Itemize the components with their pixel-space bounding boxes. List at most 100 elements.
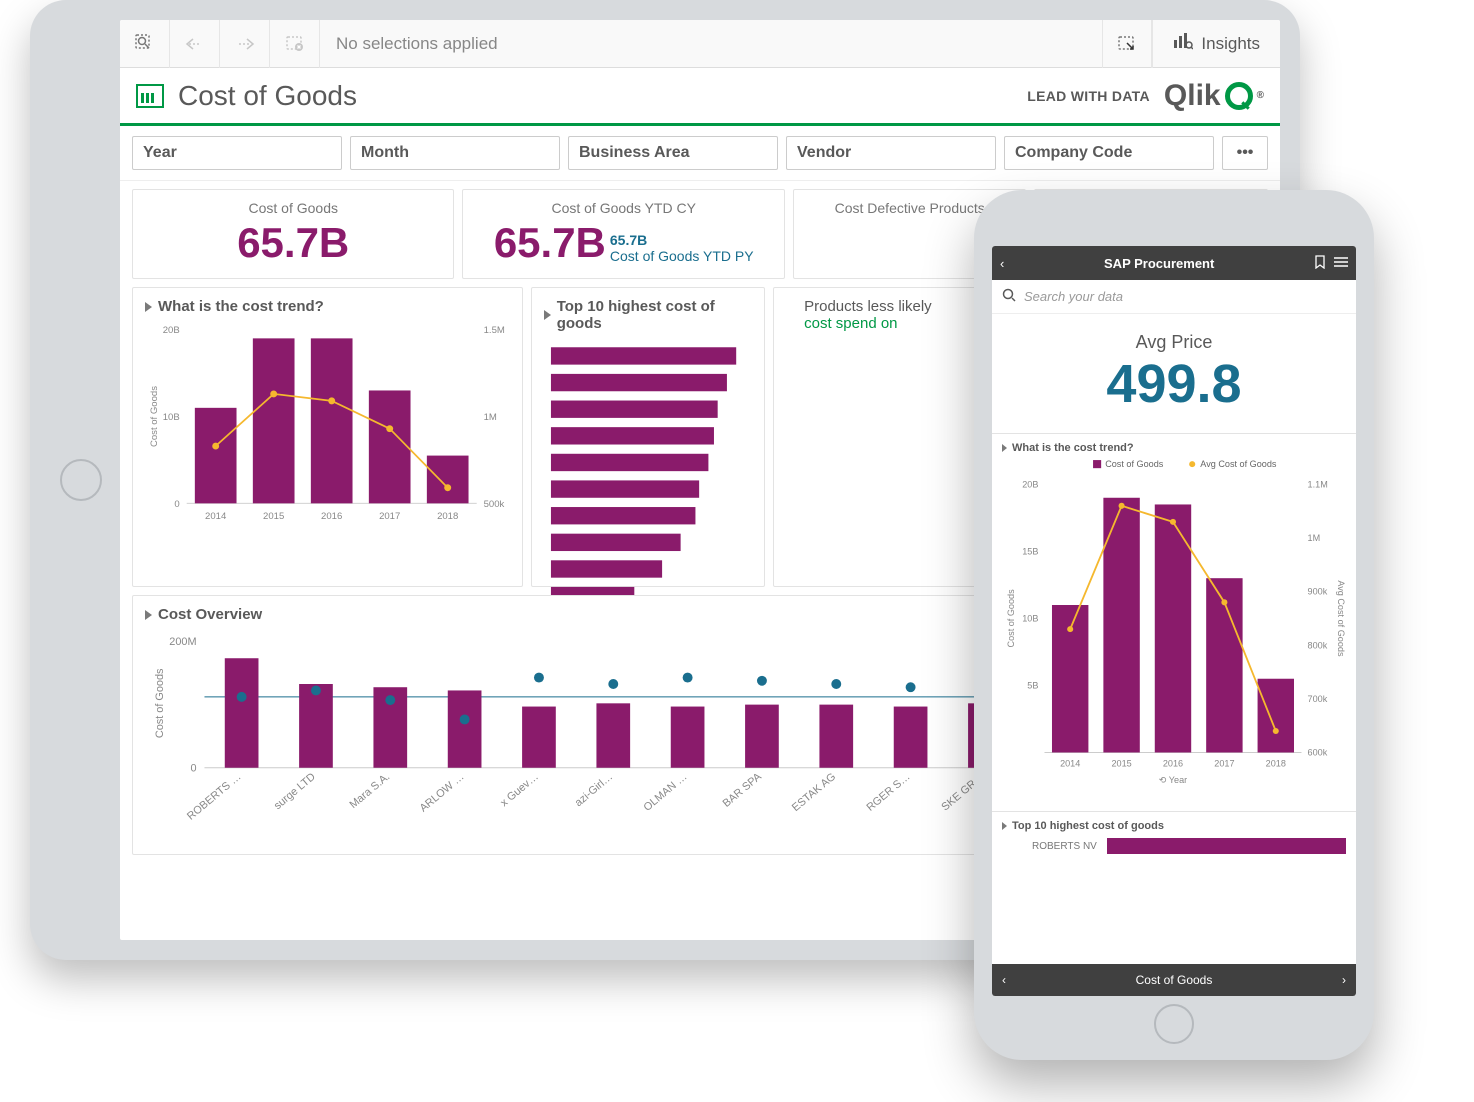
phone-home-button[interactable]: [1154, 1004, 1194, 1044]
search-placeholder: Search your data: [1024, 289, 1123, 304]
svg-text:20B: 20B: [163, 325, 180, 336]
svg-text:BAR SPA: BAR SPA: [721, 770, 765, 809]
panel-title-text: What is the cost trend?: [158, 298, 324, 315]
svg-text:Avg Cost of Goods: Avg Cost of Goods: [1336, 580, 1346, 657]
sheet-header: Cost of Goods LEAD WITH DATA Qlik®: [120, 68, 1280, 126]
svg-text:800k: 800k: [1308, 640, 1328, 650]
svg-text:500k: 500k: [484, 499, 505, 510]
svg-text:2018: 2018: [1266, 759, 1286, 769]
selections-tool-icon[interactable]: [1102, 20, 1152, 68]
step-back-icon[interactable]: [170, 20, 220, 68]
panel-cost-trend[interactable]: What is the cost trend? 0 10B 20B 500k 1M 1.5…: [132, 287, 523, 587]
expand-icon: [544, 310, 551, 320]
back-icon[interactable]: ‹: [1000, 256, 1004, 271]
kpi-label: Cost of Goods: [145, 200, 441, 216]
phone-app-bar: ‹ SAP Procurement: [992, 246, 1356, 280]
svg-text:1.5M: 1.5M: [484, 325, 505, 336]
filter-company-code[interactable]: Company Code: [1004, 136, 1214, 170]
next-sheet-icon[interactable]: ›: [1342, 973, 1346, 987]
svg-text:1M: 1M: [484, 412, 497, 423]
kpi-value: 499.8: [992, 353, 1356, 415]
svg-text:2014: 2014: [205, 511, 227, 522]
svg-text:20B: 20B: [1022, 479, 1038, 489]
more-filters-button[interactable]: •••: [1222, 136, 1268, 170]
filter-business-area[interactable]: Business Area: [568, 136, 778, 170]
svg-text:2017: 2017: [379, 511, 400, 522]
svg-text:200M: 200M: [169, 636, 196, 648]
svg-text:2016: 2016: [321, 511, 342, 522]
phone-footer: ‹ Cost of Goods ›: [992, 964, 1356, 996]
svg-text:surge LTD: surge LTD: [272, 771, 318, 812]
svg-text:10B: 10B: [163, 412, 180, 423]
svg-text:⟲ Year: ⟲ Year: [1159, 775, 1187, 785]
svg-text:Cost of Goods: Cost of Goods: [149, 386, 160, 447]
svg-text:10B: 10B: [1022, 613, 1038, 623]
expand-icon: [1002, 444, 1007, 452]
selections-toolbar: No selections applied Insights: [120, 20, 1280, 68]
insights-button[interactable]: Insights: [1152, 20, 1280, 68]
phone-sheet-title: Cost of Goods: [1136, 973, 1213, 987]
qlik-q-icon: [1225, 82, 1253, 110]
phone-panel-trend[interactable]: What is the cost trend? Cost of Goods Avg…: [992, 433, 1356, 811]
filter-month[interactable]: Month: [350, 136, 560, 170]
filter-row: Year Month Business Area Vendor Company …: [120, 126, 1280, 181]
svg-text:5B: 5B: [1027, 680, 1038, 690]
phone-kpi[interactable]: Avg Price 499.8: [992, 314, 1356, 433]
filter-vendor[interactable]: Vendor: [786, 136, 996, 170]
svg-text:600k: 600k: [1308, 748, 1328, 758]
svg-text:azi-Girl…: azi-Girl…: [573, 771, 615, 809]
prev-sheet-icon[interactable]: ‹: [1002, 973, 1006, 987]
expand-icon: [145, 302, 152, 312]
tablet-home-button[interactable]: [60, 459, 102, 501]
bar: [1107, 838, 1346, 854]
svg-text:RGER S…: RGER S…: [864, 771, 912, 814]
selections-text: No selections applied: [320, 34, 1102, 54]
svg-text:x Guev…: x Guev…: [498, 771, 540, 809]
svg-text:Mara S.A.: Mara S.A.: [347, 771, 392, 811]
svg-text:1M: 1M: [1308, 533, 1321, 543]
kpi-sub: 65.7BCost of Goods YTD PY: [610, 233, 754, 264]
step-forward-icon[interactable]: [220, 20, 270, 68]
svg-text:Cost of Goods: Cost of Goods: [1006, 589, 1016, 648]
svg-text:ARLOW …: ARLOW …: [418, 771, 467, 815]
panel-title-text: Products less likely: [804, 298, 932, 315]
kpi-label: Cost of Goods YTD CY: [475, 200, 771, 216]
expand-icon: [1002, 822, 1007, 830]
brand-logo: Qlik®: [1164, 79, 1264, 113]
page-title: Cost of Goods: [178, 80, 1013, 112]
svg-text:1.1M: 1.1M: [1308, 479, 1328, 489]
menu-icon[interactable]: [1334, 256, 1348, 271]
svg-text:ESTAK AG: ESTAK AG: [790, 771, 838, 814]
svg-text:2014: 2014: [1060, 759, 1080, 769]
bookmark-icon[interactable]: [1314, 255, 1326, 272]
svg-text:0: 0: [190, 763, 196, 775]
phone-frame: ‹ SAP Procurement Search your data Avg P…: [974, 190, 1374, 1060]
kpi-cost-of-goods[interactable]: Cost of Goods 65.7B: [132, 189, 454, 279]
list-item: ROBERTS NV: [1032, 841, 1097, 852]
panel-top10[interactable]: Top 10 highest cost of goods 0: [531, 287, 765, 587]
kpi-cost-ytd[interactable]: Cost of Goods YTD CY 65.7B65.7BCost of G…: [462, 189, 784, 279]
svg-text:2015: 2015: [1111, 759, 1131, 769]
panel-title-text: What is the cost trend?: [1012, 442, 1134, 454]
expand-icon: [145, 610, 152, 620]
svg-text:Cost of Goods: Cost of Goods: [154, 668, 166, 738]
svg-text:Cost of Goods: Cost of Goods: [1105, 459, 1164, 469]
panel-title-text: Top 10 highest cost of goods: [557, 298, 752, 332]
chart-cost-trend: 010B20B500k1M1.5MCost of GoodsAvg Cost o…: [145, 321, 510, 538]
search-icon: [1002, 288, 1016, 305]
phone-panel-top10[interactable]: Top 10 highest cost of goods ROBERTS NV: [992, 811, 1356, 862]
chart-top10: 0: [544, 338, 752, 627]
tagline: LEAD WITH DATA: [1027, 88, 1150, 104]
panel-title-text: Cost Overview: [158, 606, 262, 623]
svg-text:0: 0: [174, 499, 179, 510]
smart-search-icon[interactable]: [120, 20, 170, 68]
insights-icon: [1173, 32, 1193, 55]
svg-text:900k: 900k: [1308, 587, 1328, 597]
phone-search[interactable]: Search your data: [992, 280, 1356, 314]
clear-selections-icon[interactable]: [270, 20, 320, 68]
svg-text:2015: 2015: [263, 511, 284, 522]
kpi-label: Avg Price: [992, 332, 1356, 353]
filter-year[interactable]: Year: [132, 136, 342, 170]
sheet-icon: [136, 84, 164, 108]
chart-phone-trend: Cost of GoodsAvg Cost of Goods5B10B15B20…: [1002, 454, 1346, 798]
